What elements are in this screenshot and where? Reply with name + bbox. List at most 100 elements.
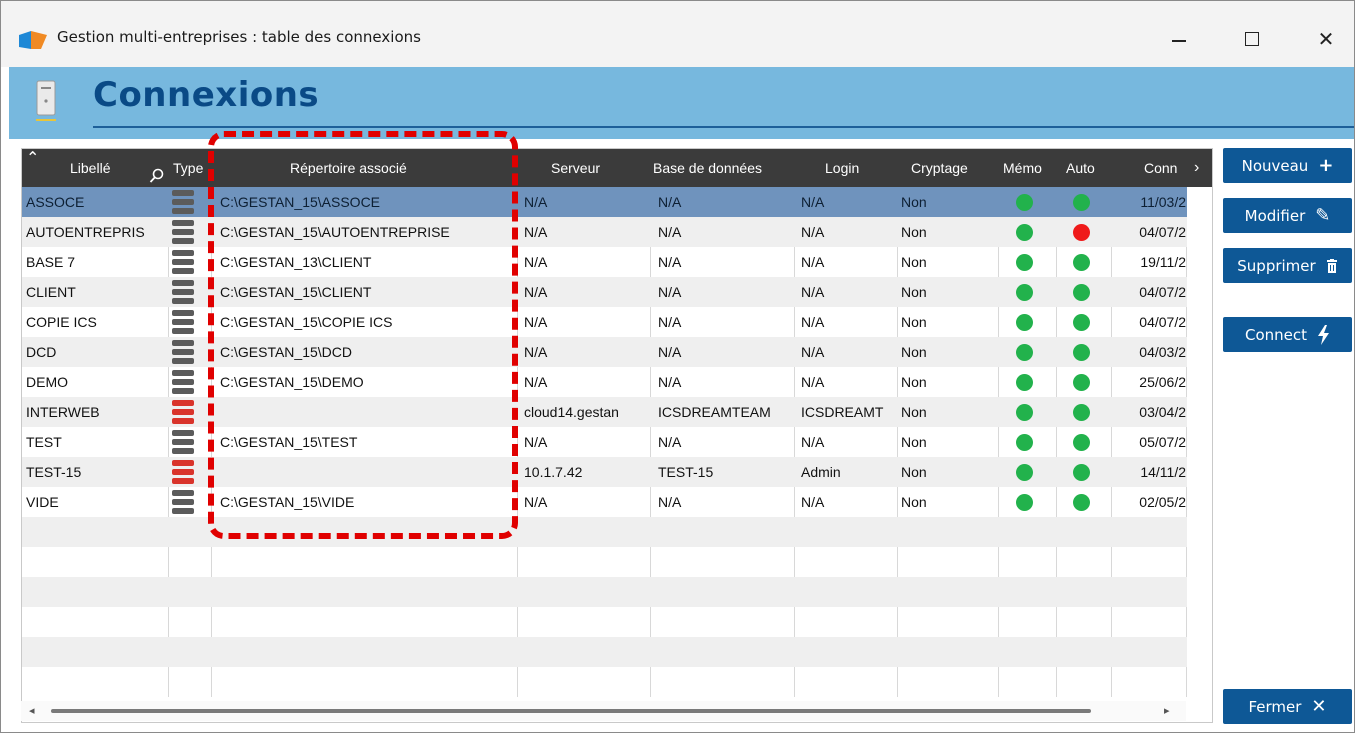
supprimer-button[interactable]: Supprimer [1223,248,1352,283]
cell-base: TEST-15 [658,464,714,480]
cell-serveur: N/A [524,374,548,390]
memo-status-dot [1016,433,1033,451]
column-header-conn[interactable]: Conn [1144,149,1177,187]
table-row[interactable]: DEMO C:\GESTAN_15\DEMO N/A N/A N/A Non 25/06/2 [22,367,1187,397]
plus-icon: + [1318,155,1334,176]
auto-status-dot [1073,403,1090,421]
memo-status-cell [1016,457,1046,487]
table-row[interactable] [22,607,1187,637]
search-icon[interactable] [149,168,165,184]
column-header-auto[interactable]: Auto [1066,149,1095,187]
memo-status-dot [1016,403,1033,421]
chevron-right-icon[interactable]: › [1194,149,1199,187]
table-row[interactable]: CLIENT C:\GESTAN_15\CLIENT N/A N/A N/A Non 04/… [22,277,1187,307]
auto-status-dot [1073,343,1090,361]
column-header-memo[interactable]: Mémo [1003,149,1042,187]
local-database-icon [172,190,194,214]
local-database-icon [172,430,194,454]
table-row[interactable] [22,547,1187,577]
scroll-right-icon[interactable]: ▸ [1164,704,1170,717]
cell-repertoire: C:\GESTAN_15\DEMO [220,374,364,390]
table-row[interactable]: COPIE ICS C:\GESTAN_15\COPIE ICS N/A N/A N/A… [22,307,1187,337]
page-title: Connexions [93,75,320,115]
cell-login: N/A [801,494,825,510]
trash-icon [1326,258,1337,273]
remote-database-icon [172,400,194,424]
cell-cryptage: Non [901,494,927,510]
title-bar: Gestion multi-entreprises : table des co… [1,1,1354,67]
table-row[interactable] [22,637,1187,667]
cell-base: N/A [658,224,682,240]
connect-button[interactable]: Connect [1223,317,1352,352]
cell-login: N/A [801,374,825,390]
fermer-button[interactable]: Fermer ✕ [1223,689,1352,724]
table-row[interactable]: INTERWEB cloud14.gestan ICSDREAMTEAM ICSDRE… [22,397,1187,427]
horizontal-scrollbar[interactable]: ◂ ▸ [21,701,1186,721]
table-row[interactable]: AUTOENTREPRIS C:\GESTAN_15\AUTOENTREPRISE… [22,217,1187,247]
table-row[interactable]: ASSOCE C:\GESTAN_15\ASSOCE N/A N/A N/A Non 11/… [22,187,1187,217]
cell-cryptage: Non [901,434,927,450]
scrollbar-thumb[interactable] [51,709,1091,713]
column-header-login[interactable]: Login [825,149,859,187]
column-header-serveur[interactable]: Serveur [551,149,600,187]
table-row[interactable] [22,517,1187,547]
maximize-button[interactable] [1229,21,1275,57]
database-type-icon [172,427,208,457]
table-row[interactable]: BASE 7 C:\GESTAN_13\CLIENT N/A N/A N/A Non 19/… [22,247,1187,277]
nouveau-button-label: Nouveau [1241,156,1309,175]
lightning-icon [1318,324,1330,345]
column-header-repertoire[interactable]: Répertoire associé [290,149,407,187]
table-row[interactable]: TEST C:\GESTAN_15\TEST N/A N/A N/A Non 05/07/2 [22,427,1187,457]
cell-repertoire: C:\GESTAN_15\CLIENT [220,284,372,300]
table-row[interactable] [22,667,1187,697]
database-type-icon [172,457,208,487]
sort-up-caret-icon[interactable]: ⌃ [26,149,39,177]
cell-cryptage: Non [901,314,927,330]
cell-login: Admin [801,464,841,480]
cell-login: N/A [801,344,825,360]
cell-libelle: DEMO [26,374,68,390]
table-row[interactable]: DCD C:\GESTAN_15\DCD N/A N/A N/A Non 04/03/2 [22,337,1187,367]
cell-libelle: ASSOCE [26,194,85,210]
cell-serveur: N/A [524,344,548,360]
column-header-cryptage[interactable]: Cryptage [911,149,968,187]
auto-status-dot [1073,493,1090,511]
auto-status-cell [1073,277,1103,307]
close-window-button[interactable]: ✕ [1303,21,1349,57]
cell-conn: 25/06/2 [1139,374,1186,390]
connections-table[interactable]: ⌃ Libellé Type Répertoire associé Serveu… [21,148,1213,723]
nouveau-button[interactable]: Nouveau + [1223,148,1352,183]
cell-libelle: CLIENT [26,284,76,300]
column-header-type[interactable]: Type [173,149,203,187]
auto-status-cell [1073,427,1103,457]
database-type-icon [172,397,208,427]
cell-base: N/A [658,284,682,300]
database-type-icon [172,247,208,277]
cell-libelle: INTERWEB [26,404,100,420]
cell-repertoire: C:\GESTAN_15\TEST [220,434,358,450]
cell-login: N/A [801,254,825,270]
cell-libelle: TEST [26,434,62,450]
minimize-button[interactable] [1156,21,1202,57]
modifier-button[interactable]: Modifier ✎ [1223,198,1352,233]
auto-status-cell [1073,367,1103,397]
cell-base: ICSDREAMTEAM [658,404,771,420]
table-row[interactable]: TEST-15 10.1.7.42 TEST-15 Admin Non 14/11/2 [22,457,1187,487]
table-row[interactable]: VIDE C:\GESTAN_15\VIDE N/A N/A N/A Non 02/05/2 [22,487,1187,517]
cell-base: N/A [658,374,682,390]
auto-status-dot [1073,463,1090,481]
memo-status-cell [1016,367,1046,397]
cell-libelle: TEST-15 [26,464,82,480]
column-header-base[interactable]: Base de données [653,149,762,187]
cell-cryptage: Non [901,284,927,300]
cell-serveur: N/A [524,224,548,240]
table-header: ⌃ Libellé Type Répertoire associé Serveu… [22,149,1212,187]
table-row[interactable] [22,577,1187,607]
local-database-icon [172,340,194,364]
cell-serveur: N/A [524,434,548,450]
column-header-libelle[interactable]: Libellé [70,149,110,187]
scroll-left-icon[interactable]: ◂ [29,704,35,717]
memo-status-dot [1016,343,1033,361]
cell-libelle: DCD [26,344,57,360]
memo-status-dot [1016,193,1033,211]
